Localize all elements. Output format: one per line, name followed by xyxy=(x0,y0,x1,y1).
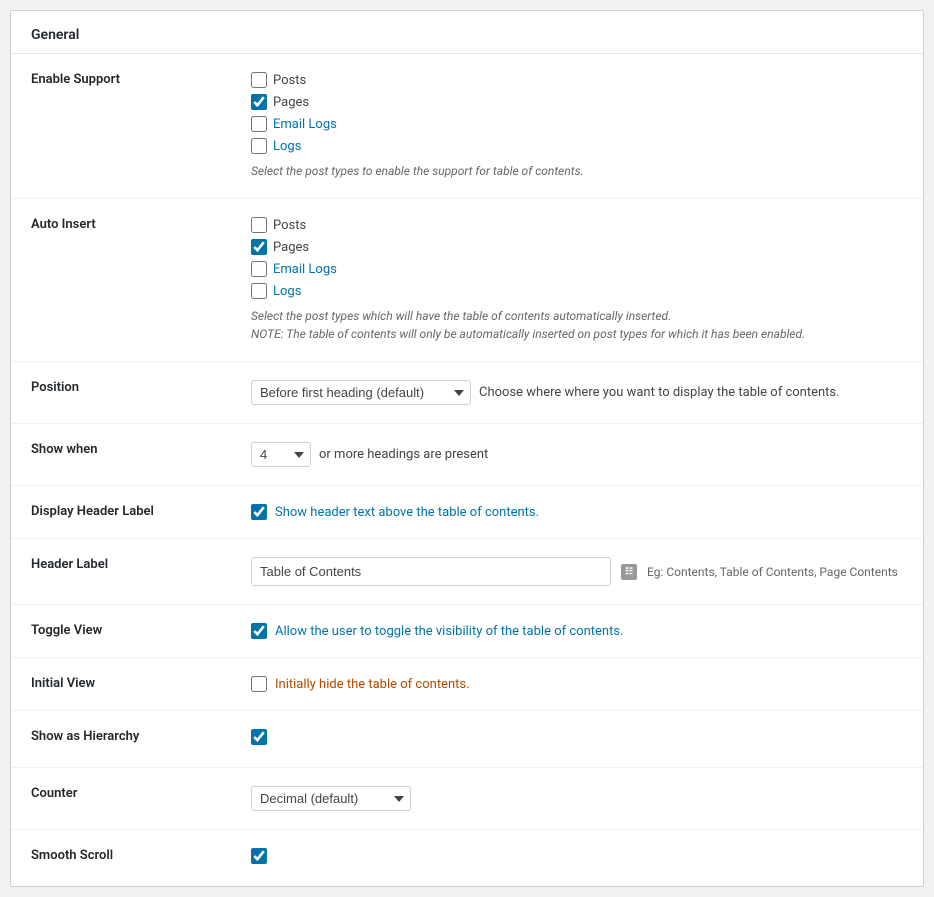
counter-row: Counter None Decimal (default) Decimal l… xyxy=(11,768,923,830)
section-title: General xyxy=(11,11,923,54)
auto-insert-value: Posts Pages Email Logs Logs xyxy=(231,199,923,362)
auto-logs-row: Logs xyxy=(251,283,903,299)
header-label-input-row: ☷ Eg: Contents, Table of Contents, Page … xyxy=(251,557,903,586)
auto-insert-hint: Select the post types which will have th… xyxy=(251,307,903,343)
show-when-select[interactable]: 2 3 4 5 6 xyxy=(251,442,311,467)
auto-pages-row: Pages xyxy=(251,239,903,255)
auto-posts-row: Posts xyxy=(251,217,903,233)
position-inline: Before first heading (default) After fir… xyxy=(251,380,903,405)
initial-view-value: Initially hide the table of contents. xyxy=(231,658,923,711)
enable-posts-checkbox[interactable] xyxy=(251,72,267,88)
show-when-value: 2 3 4 5 6 or more headings are present xyxy=(231,424,923,486)
initial-view-label: Initial View xyxy=(11,658,231,711)
header-label-value: ☷ Eg: Contents, Table of Contents, Page … xyxy=(231,539,923,605)
display-header-checkbox[interactable] xyxy=(251,504,267,520)
show-as-hierarchy-row: Show as Hierarchy xyxy=(11,711,923,768)
counter-label: Counter xyxy=(11,768,231,830)
position-select[interactable]: Before first heading (default) After fir… xyxy=(251,380,471,405)
show-when-label: Show when xyxy=(11,424,231,486)
smooth-scroll-checkbox[interactable] xyxy=(251,848,267,864)
show-as-hierarchy-value xyxy=(231,711,923,768)
counter-select[interactable]: None Decimal (default) Decimal leading z… xyxy=(251,786,411,811)
position-description: Choose where where you want to display t… xyxy=(479,385,840,400)
enable-email-logs-row: Email Logs xyxy=(251,116,903,132)
position-value: Before first heading (default) After fir… xyxy=(231,362,923,424)
enable-support-hint: Select the post types to enable the supp… xyxy=(251,162,903,180)
auto-pages-checkbox[interactable] xyxy=(251,239,267,255)
toggle-view-value: Allow the user to toggle the visibility … xyxy=(231,605,923,658)
enable-posts-row: Posts xyxy=(251,72,903,88)
counter-value: None Decimal (default) Decimal leading z… xyxy=(231,768,923,830)
enable-email-logs-label[interactable]: Email Logs xyxy=(273,117,337,132)
toggle-view-text[interactable]: Allow the user to toggle the visibility … xyxy=(275,624,623,639)
display-header-text[interactable]: Show header text above the table of cont… xyxy=(275,505,539,520)
display-header-inline: Show header text above the table of cont… xyxy=(251,504,903,520)
smooth-scroll-label: Smooth Scroll xyxy=(11,830,231,887)
display-header-label-value: Show header text above the table of cont… xyxy=(231,486,923,539)
initial-view-inline: Initially hide the table of contents. xyxy=(251,676,903,692)
show-when-suffix: or more headings are present xyxy=(319,447,488,462)
auto-posts-checkbox[interactable] xyxy=(251,217,267,233)
auto-email-logs-label[interactable]: Email Logs xyxy=(273,262,337,277)
enable-pages-checkbox[interactable] xyxy=(251,94,267,110)
toggle-view-checkbox[interactable] xyxy=(251,623,267,639)
enable-logs-label[interactable]: Logs xyxy=(273,139,301,154)
initial-view-row: Initial View Initially hide the table of… xyxy=(11,658,923,711)
show-when-row: Show when 2 3 4 5 6 or more headings are… xyxy=(11,424,923,486)
auto-logs-checkbox[interactable] xyxy=(251,283,267,299)
auto-pages-label[interactable]: Pages xyxy=(273,240,309,255)
show-when-inline: 2 3 4 5 6 or more headings are present xyxy=(251,442,903,467)
enable-logs-checkbox[interactable] xyxy=(251,138,267,154)
header-label-input[interactable] xyxy=(251,557,611,586)
enable-pages-row: Pages xyxy=(251,94,903,110)
initial-view-text[interactable]: Initially hide the table of contents. xyxy=(275,677,470,692)
smooth-scroll-value xyxy=(231,830,923,887)
auto-email-logs-row: Email Logs xyxy=(251,261,903,277)
show-as-hierarchy-label: Show as Hierarchy xyxy=(11,711,231,768)
auto-insert-label: Auto Insert xyxy=(11,199,231,362)
enable-support-row: Enable Support Posts Pages Email Logs xyxy=(11,54,923,199)
enable-support-value: Posts Pages Email Logs Logs Select the xyxy=(231,54,923,199)
enable-support-label: Enable Support xyxy=(11,54,231,199)
header-label-label: Header Label xyxy=(11,539,231,605)
enable-posts-label[interactable]: Posts xyxy=(273,73,306,88)
display-header-label-row: Display Header Label Show header text ab… xyxy=(11,486,923,539)
header-label-eg: Eg: Contents, Table of Contents, Page Co… xyxy=(647,565,898,579)
initial-view-checkbox[interactable] xyxy=(251,676,267,692)
auto-email-logs-checkbox[interactable] xyxy=(251,261,267,277)
toggle-view-inline: Allow the user to toggle the visibility … xyxy=(251,623,903,639)
enable-pages-label[interactable]: Pages xyxy=(273,95,309,110)
auto-posts-label[interactable]: Posts xyxy=(273,218,306,233)
doc-icon: ☷ xyxy=(621,564,637,580)
enable-logs-row: Logs xyxy=(251,138,903,154)
auto-logs-label[interactable]: Logs xyxy=(273,284,301,299)
settings-page: General Enable Support Posts Pages xyxy=(10,10,924,887)
header-label-row: Header Label ☷ Eg: Contents, Table of Co… xyxy=(11,539,923,605)
auto-insert-row: Auto Insert Posts Pages Email Logs xyxy=(11,199,923,362)
toggle-view-label: Toggle View xyxy=(11,605,231,658)
display-header-label-label: Display Header Label xyxy=(11,486,231,539)
show-as-hierarchy-checkbox[interactable] xyxy=(251,729,267,745)
enable-email-logs-checkbox[interactable] xyxy=(251,116,267,132)
toggle-view-row: Toggle View Allow the user to toggle the… xyxy=(11,605,923,658)
position-row: Position Before first heading (default) … xyxy=(11,362,923,424)
position-label: Position xyxy=(11,362,231,424)
smooth-scroll-row: Smooth Scroll xyxy=(11,830,923,887)
settings-table: Enable Support Posts Pages Email Logs xyxy=(11,54,923,886)
